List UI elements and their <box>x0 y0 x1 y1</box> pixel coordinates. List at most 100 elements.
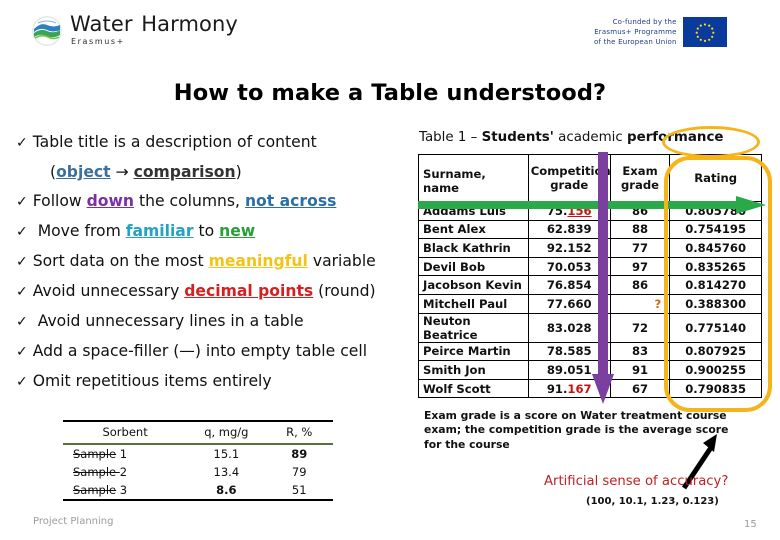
logo-text-block: Water Harmony Erasmus+ <box>70 14 238 46</box>
cell-name: Bent Alex <box>418 219 529 240</box>
cell-name: Addams Luis <box>418 201 529 221</box>
mini-name-strike: Sample <box>73 483 117 497</box>
logo-title-harmony: Harmony <box>141 12 238 36</box>
check-icon: ✓ <box>16 374 28 390</box>
slide-page-number: 15 <box>744 519 757 530</box>
bullet-item-9: ✓ Omit repetitious items entirely <box>16 367 416 397</box>
mini-cell-name: Sample 2 <box>63 463 187 481</box>
cell-name: Neuton Beatrice <box>418 312 529 343</box>
comp-decimals-flagged: 167 <box>567 381 592 396</box>
bullet-item-5: ✓ Sort data on the most meaningful variab… <box>16 247 416 277</box>
highlight-not-across: not across <box>244 192 337 210</box>
cell-exam: 91 <box>609 360 671 380</box>
mini-cell-name: Sample 3 <box>63 481 188 501</box>
table-row: Black Kathrin 92.152 77 0.845760 <box>418 238 762 258</box>
cell-competition: 62.839 <box>527 219 611 240</box>
mini-name-rest: 1 <box>116 447 128 461</box>
mini-cell-r: 79 <box>291 465 307 479</box>
artificial-accuracy-warning: Artificial sense of accuracy? <box>544 474 729 489</box>
cell-exam: 86 <box>609 275 671 295</box>
bullet-item-3: ✓ Follow down the columns, not across <box>16 187 416 217</box>
comp-decimals-flagged: 156 <box>567 203 592 218</box>
col-surname-name: Surname, name <box>418 154 529 202</box>
mini-name-strike: Sample <box>73 447 117 461</box>
bullet-item-8: ✓ Add a space-filler (—) into empty table… <box>16 337 416 367</box>
eu-cofunding-text: Co-funded by the Erasmus+ Programme of t… <box>594 17 677 47</box>
cell-competition: 70.053 <box>527 256 611 277</box>
table-1-mid: academic <box>553 130 628 145</box>
bullet-5-pre: Sort data on the most <box>32 252 209 270</box>
cell-exam-missing: ? <box>609 293 671 314</box>
bullet-item-7: ✓ Avoid unnecessary lines in a table <box>16 307 416 337</box>
table-1-bold: Students' <box>481 130 554 145</box>
table-row: Addams Luis 75.156 86 0.805780 <box>418 201 762 221</box>
eu-cofunding-block: Co-funded by the Erasmus+ Programme of t… <box>594 17 727 48</box>
table-row: Devil Bob 70.053 97 0.835265 <box>418 256 762 277</box>
bullet-6-pre: Avoid unnecessary <box>32 282 185 300</box>
mini-name-rest: 3 <box>116 483 128 497</box>
eu-line-2: Erasmus+ Programme <box>594 28 677 37</box>
table-row: Mitchell Paul 77.660 ? 0.388300 <box>418 293 762 314</box>
slide-canvas: Water Harmony Erasmus+ Co-funded by the … <box>0 0 780 540</box>
bullet-6-post: (round) <box>313 282 376 300</box>
cell-rating: 0.814270 <box>669 275 762 295</box>
sorbent-example-table: Sorbent q, mg/g R, % Sample 1 15.1 89 Sa… <box>63 420 333 501</box>
check-icon: ✓ <box>16 224 28 240</box>
cell-name: Mitchell Paul <box>418 293 529 314</box>
table-1-footnote: Exam grade is a score on Water treatment… <box>424 409 729 451</box>
comp-int: 91. <box>546 381 568 396</box>
mini-table-row: Sample 3 8.6 51 <box>63 481 333 501</box>
col-rating: Rating <box>669 154 762 202</box>
cell-exam: 97 <box>609 256 671 277</box>
cell-competition: 75.156 <box>527 201 611 221</box>
highlight-new: new <box>219 222 256 240</box>
water-harmony-logo: Water Harmony Erasmus+ <box>32 14 238 46</box>
mini-name-strike: Sample <box>73 465 120 479</box>
cell-rating: 0.835265 <box>669 256 762 277</box>
mini-cell-q: 13.4 <box>213 465 240 479</box>
bullet-4-mid: to <box>193 222 220 240</box>
cell-name: Jacobson Kevin <box>418 275 529 295</box>
check-icon: ✓ <box>16 135 28 151</box>
cell-rating: 0.805780 <box>669 201 762 221</box>
mini-col-r: R, % <box>265 420 333 445</box>
cell-name: Black Kathrin <box>418 238 529 258</box>
table-row: Wolf Scott 91.167 67 0.790835 <box>418 378 762 399</box>
main-table-header-row: Surname, name Competition grade Exam gra… <box>418 154 762 202</box>
bullet-item-6: ✓ Avoid unnecessary decimal points (round… <box>16 277 416 307</box>
cell-competition: 92.152 <box>527 238 611 258</box>
cell-exam: 83 <box>609 341 671 362</box>
artificial-accuracy-values: (100, 10.1, 1.23, 0.123) <box>586 496 719 507</box>
cell-competition: 76.854 <box>527 275 611 295</box>
mini-table-row: Sample 2 13.4 79 <box>63 463 333 481</box>
cell-rating: 0.900255 <box>669 360 762 380</box>
bullet-text-1: Table title is a description of content <box>32 133 317 151</box>
globe-waves-svg <box>32 16 62 46</box>
bullet-3-mid: the columns, <box>134 192 245 210</box>
cell-competition: 83.028 <box>527 312 611 343</box>
cell-rating: 0.754195 <box>669 219 762 240</box>
highlight-comparison: comparison <box>133 163 236 181</box>
tips-bullet-list: ✓ Table title is a description of content… <box>16 128 416 397</box>
cell-name: Devil Bob <box>418 256 529 277</box>
check-icon: ✓ <box>16 284 28 300</box>
globe-waves-icon <box>32 16 62 46</box>
logo-title-water: Water <box>70 12 133 36</box>
mini-cell-q: 8.6 <box>187 481 266 501</box>
cell-exam: 72 <box>609 312 671 343</box>
mini-cell-q: 15.1 <box>213 447 240 461</box>
page-title: How to make a Table understood? <box>173 80 607 106</box>
cell-exam: 67 <box>609 378 671 399</box>
check-icon: ✓ <box>16 344 28 360</box>
mini-name-rest: 2 <box>119 465 128 479</box>
highlight-meaningful: meaningful <box>208 252 308 270</box>
students-performance-table: Surname, name Competition grade Exam gra… <box>418 154 762 399</box>
cell-name: Wolf Scott <box>418 378 529 399</box>
cell-exam: 86 <box>609 201 671 221</box>
bullet-item-1: ✓ Table title is a description of content <box>16 128 416 158</box>
logo-subtitle: Erasmus+ <box>71 37 125 46</box>
cell-rating: 0.388300 <box>669 293 762 314</box>
mini-col-q: q, mg/g <box>187 420 266 445</box>
footer-section-label: Project Planning <box>33 516 114 527</box>
eu-flag-icon <box>682 17 727 48</box>
